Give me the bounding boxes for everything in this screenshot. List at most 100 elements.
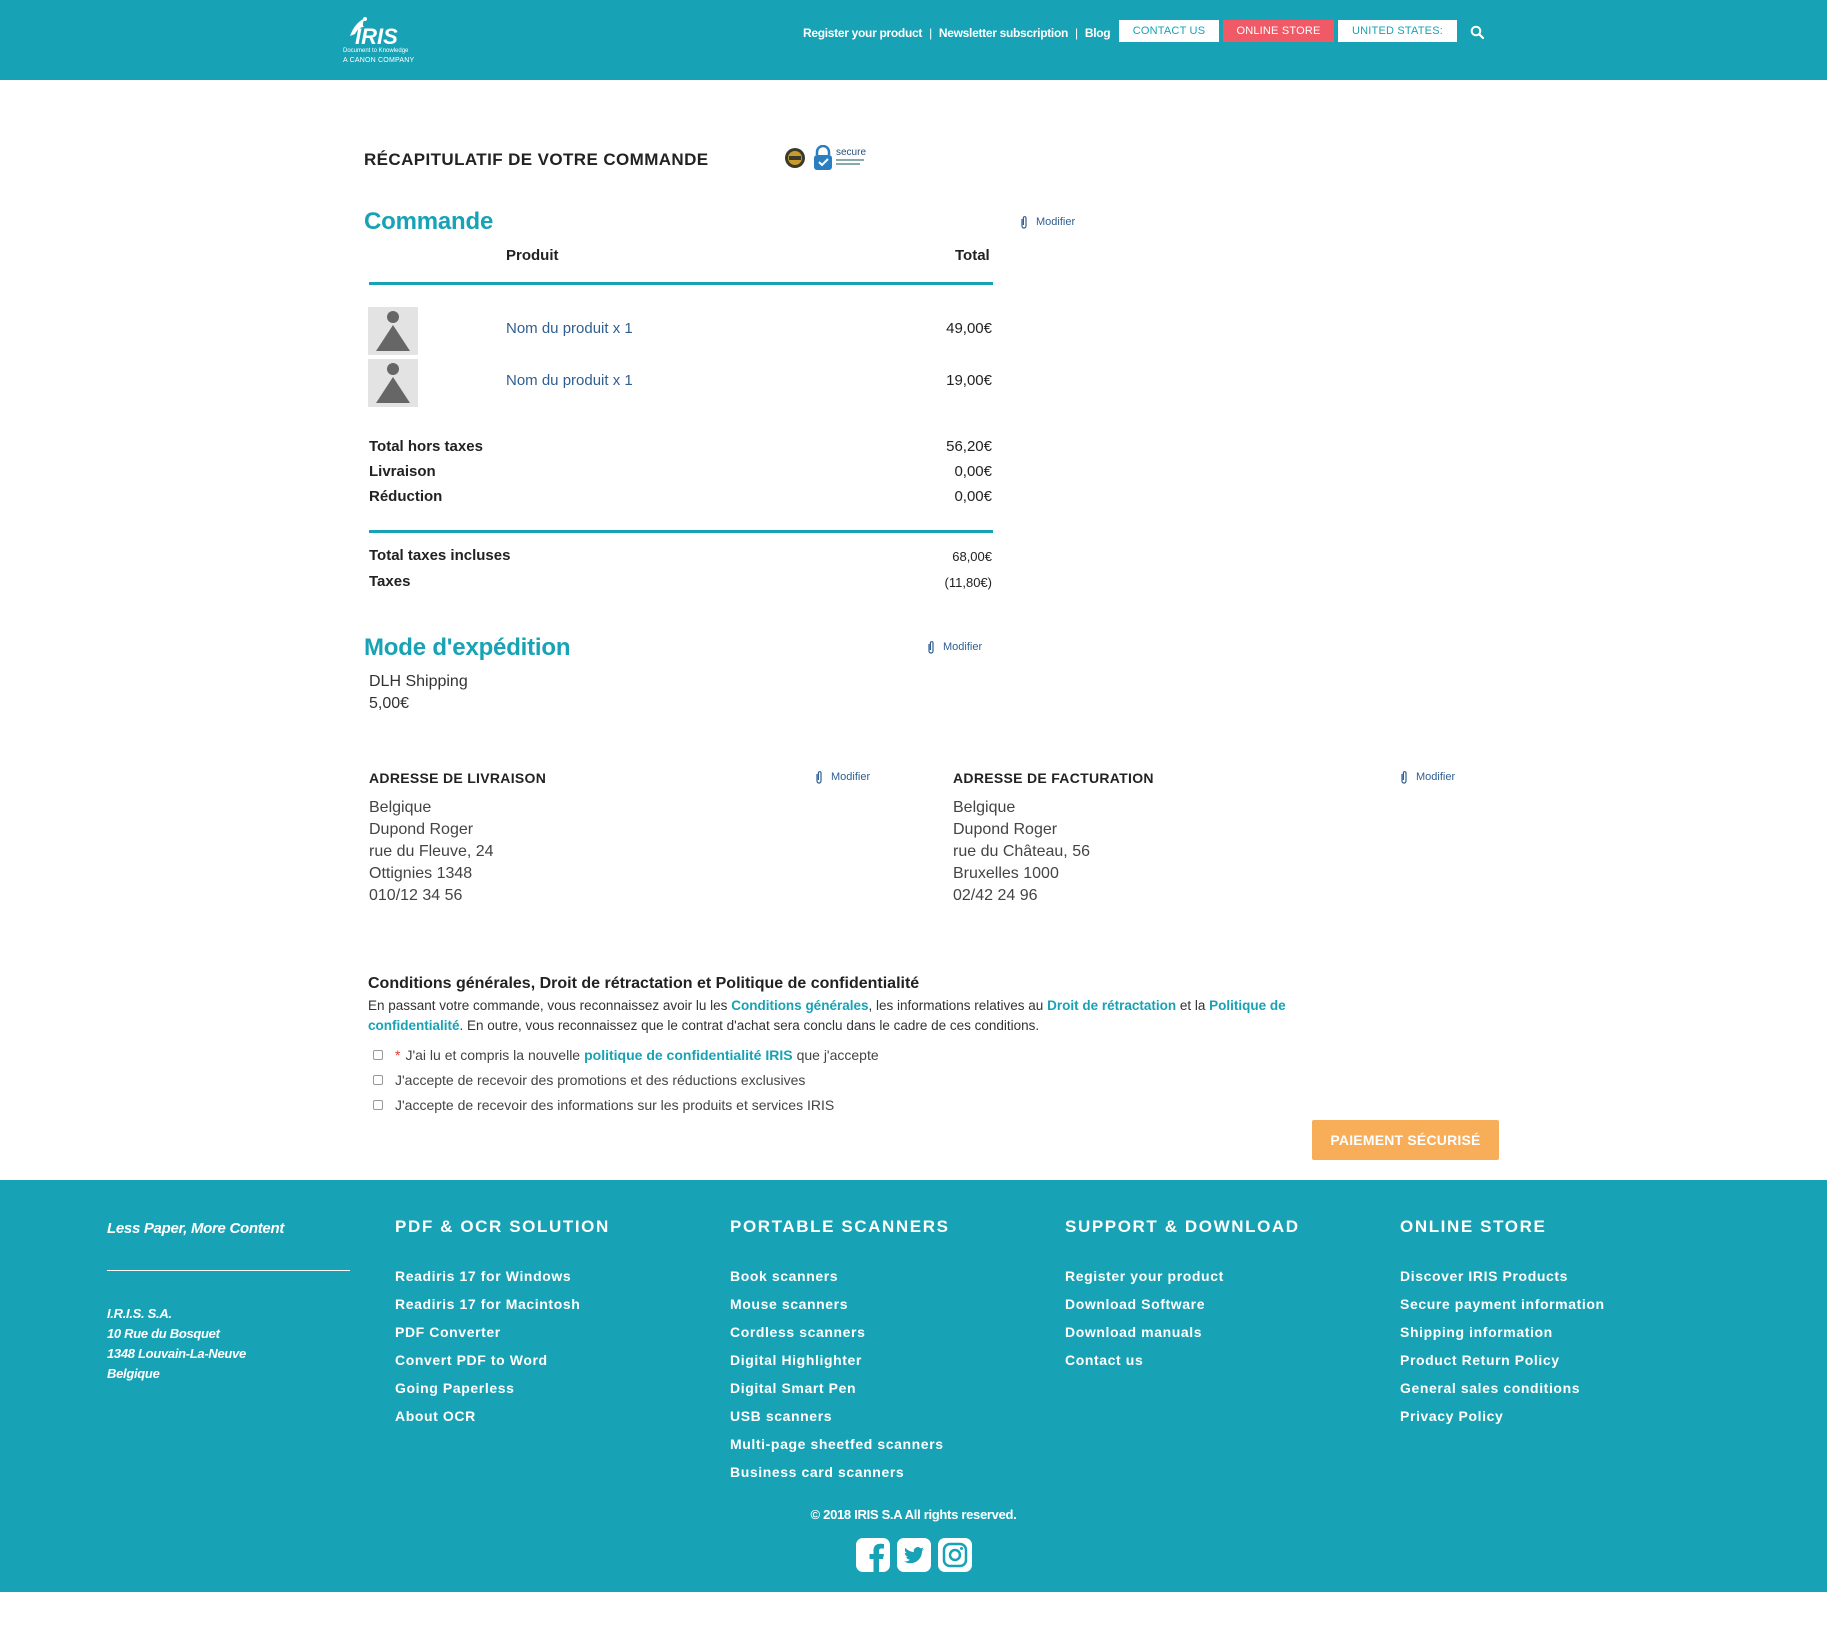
register-product-link[interactable]: Register your product bbox=[803, 26, 922, 40]
footer-link[interactable]: PDF Converter bbox=[395, 1318, 610, 1346]
conditions-text: En passant votre commande, vous reconnai… bbox=[368, 998, 1286, 1033]
footer-link[interactable]: Book scanners bbox=[730, 1262, 950, 1290]
order-divider bbox=[369, 282, 993, 285]
footer-link[interactable]: Shipping information bbox=[1400, 1318, 1605, 1346]
address-line: rue du Château, 56 bbox=[953, 843, 1090, 860]
summary-value: 0,00€ bbox=[954, 463, 992, 480]
footer-link[interactable]: Digital Smart Pen bbox=[730, 1374, 950, 1402]
newsletter-link[interactable]: Newsletter subscription bbox=[939, 26, 1068, 40]
paperclip-icon bbox=[1401, 771, 1407, 784]
privacy-consent-checkbox[interactable] bbox=[373, 1050, 383, 1060]
logo-brand: IRIS bbox=[355, 24, 398, 49]
shipping-modify-link[interactable]: Modifier bbox=[927, 640, 982, 654]
footer-link[interactable]: About OCR bbox=[395, 1402, 610, 1430]
footer-col-support: SUPPORT & DOWNLOAD Register your product… bbox=[1065, 1217, 1300, 1374]
footer-link[interactable]: Privacy Policy bbox=[1400, 1402, 1605, 1430]
contact-us-button[interactable]: CONTACT US bbox=[1119, 20, 1219, 42]
order-modify-link[interactable]: Modifier bbox=[1020, 215, 1075, 229]
product-thumbnail bbox=[368, 359, 418, 407]
shipping-section-title: Mode d'expédition bbox=[364, 634, 571, 661]
logo-tagline: Document to Knowledge bbox=[343, 48, 409, 54]
search-icon[interactable] bbox=[1470, 25, 1484, 39]
placeholder-person-icon bbox=[376, 363, 410, 403]
footer-link[interactable]: Multi-page sheetfed scanners bbox=[730, 1430, 950, 1458]
footer-link[interactable]: Convert PDF to Word bbox=[395, 1346, 610, 1374]
promotions-consent-checkbox[interactable] bbox=[373, 1075, 383, 1085]
footer-link[interactable]: Contact us bbox=[1065, 1346, 1300, 1374]
address-line: Belgique bbox=[953, 799, 1016, 816]
footer-col-title: SUPPORT & DOWNLOAD bbox=[1065, 1217, 1300, 1236]
summary-label: Réduction bbox=[369, 488, 443, 505]
blog-link[interactable]: Blog bbox=[1085, 26, 1111, 40]
footer-link[interactable]: Digital Highlighter bbox=[730, 1346, 950, 1374]
footer-link[interactable]: General sales conditions bbox=[1400, 1374, 1605, 1402]
footer-link[interactable]: Download Software bbox=[1065, 1290, 1300, 1318]
info-consent-checkbox[interactable] bbox=[373, 1100, 383, 1110]
total-label: Total taxes incluses bbox=[369, 547, 511, 564]
footer-link[interactable]: Register your product bbox=[1065, 1262, 1300, 1290]
footer-slogan: Less Paper, More Content bbox=[107, 1220, 285, 1237]
paperclip-icon bbox=[1021, 216, 1027, 229]
address-line: 02/42 24 96 bbox=[953, 887, 1038, 904]
site-footer: Less Paper, More Content I.R.I.S. S.A. 1… bbox=[0, 1180, 1827, 1592]
address-line: Ottignies 1348 bbox=[369, 865, 473, 882]
address-line: 010/12 34 56 bbox=[369, 887, 463, 904]
address-line: rue du Fleuve, 24 bbox=[369, 843, 494, 860]
country-selector[interactable]: UNITED STATES: bbox=[1338, 20, 1457, 42]
placeholder-person-icon bbox=[376, 311, 410, 351]
footer-link[interactable]: Mouse scanners bbox=[730, 1290, 950, 1318]
footer-col-online-store: ONLINE STORE Discover IRIS Products Secu… bbox=[1400, 1217, 1605, 1430]
footer-col-pdf-ocr: PDF & OCR SOLUTION Readiris 17 for Windo… bbox=[395, 1217, 610, 1430]
product-name[interactable]: Nom du produit x 1 bbox=[506, 372, 633, 389]
product-name[interactable]: Nom du produit x 1 bbox=[506, 320, 633, 337]
facebook-icon[interactable] bbox=[855, 1537, 891, 1573]
footer-link[interactable]: Readiris 17 for Windows bbox=[395, 1262, 610, 1290]
footer-link[interactable]: Product Return Policy bbox=[1400, 1346, 1605, 1374]
iris-logo[interactable]: IRIS Document to Knowledge A CANON COMPA… bbox=[343, 14, 423, 66]
instagram-icon[interactable] bbox=[937, 1537, 973, 1573]
page-title: RÉCAPITULATIF DE VOTRE COMMANDE bbox=[364, 150, 709, 169]
col-product-header: Produit bbox=[506, 247, 559, 264]
info-consent-row: J'accepte de recevoir des informations s… bbox=[373, 1097, 834, 1113]
billing-modify-link[interactable]: Modifier bbox=[1400, 770, 1455, 784]
billing-address-title: ADRESSE DE FACTURATION bbox=[953, 770, 1154, 786]
footer-address: I.R.I.S. S.A. 10 Rue du Bosquet 1348 Lou… bbox=[107, 1306, 246, 1381]
shipping-method: DLH Shipping bbox=[369, 673, 468, 690]
footer-link[interactable]: Readiris 17 for Macintosh bbox=[395, 1290, 610, 1318]
footer-link[interactable]: Secure payment information bbox=[1400, 1290, 1605, 1318]
total-value: 68,00€ bbox=[952, 549, 992, 564]
secure-payment-button[interactable]: PAIEMENT SÉCURISÉ bbox=[1312, 1120, 1499, 1160]
privacy-consent-row: * J'ai lu et compris la nouvelle politiq… bbox=[373, 1047, 879, 1063]
top-links: Register your product | Newsletter subsc… bbox=[803, 26, 1111, 40]
delivery-address: Belgique Dupond Roger rue du Fleuve, 24 … bbox=[369, 797, 494, 907]
footer-col-portable-scanners: PORTABLE SCANNERS Book scanners Mouse sc… bbox=[730, 1217, 950, 1486]
delivery-modify-link[interactable]: Modifier bbox=[815, 770, 870, 784]
footer-col-title: ONLINE STORE bbox=[1400, 1217, 1547, 1236]
billing-modify-label: Modifier bbox=[1416, 771, 1456, 783]
required-marker: * bbox=[395, 1047, 401, 1063]
footer-link[interactable]: Business card scanners bbox=[730, 1458, 950, 1486]
online-store-button[interactable]: ONLINE STORE bbox=[1223, 20, 1334, 42]
footer-link[interactable]: Download manuals bbox=[1065, 1318, 1300, 1346]
product-price: 19,00€ bbox=[946, 372, 992, 389]
product-price: 49,00€ bbox=[946, 320, 992, 337]
footer-link[interactable]: Going Paperless bbox=[395, 1374, 610, 1402]
footer-link[interactable]: USB scanners bbox=[730, 1402, 950, 1430]
footer-col-title: PORTABLE SCANNERS bbox=[730, 1217, 950, 1236]
product-thumbnail bbox=[368, 307, 418, 355]
retractation-link[interactable]: Droit de rétractation bbox=[1047, 998, 1176, 1013]
footer-link[interactable]: Discover IRIS Products bbox=[1400, 1262, 1605, 1290]
site-header: IRIS Document to Knowledge A CANON COMPA… bbox=[0, 0, 1827, 80]
conditions-link[interactable]: Conditions générales bbox=[731, 998, 868, 1013]
security-badges: secure bbox=[784, 145, 868, 173]
conditions-title: Conditions générales, Droit de rétractat… bbox=[368, 975, 920, 992]
col-total-header: Total bbox=[955, 247, 990, 264]
summary-value: 0,00€ bbox=[954, 488, 992, 505]
delivery-address-title: ADRESSE DE LIVRAISON bbox=[369, 770, 547, 786]
address-line: Belgique bbox=[369, 799, 432, 816]
shipping-price: 5,00€ bbox=[369, 695, 410, 712]
iris-privacy-link[interactable]: politique de confidentialité IRIS bbox=[584, 1047, 792, 1063]
footer-link[interactable]: Cordless scanners bbox=[730, 1318, 950, 1346]
twitter-icon[interactable] bbox=[896, 1537, 932, 1573]
address-line: Dupond Roger bbox=[369, 821, 474, 838]
